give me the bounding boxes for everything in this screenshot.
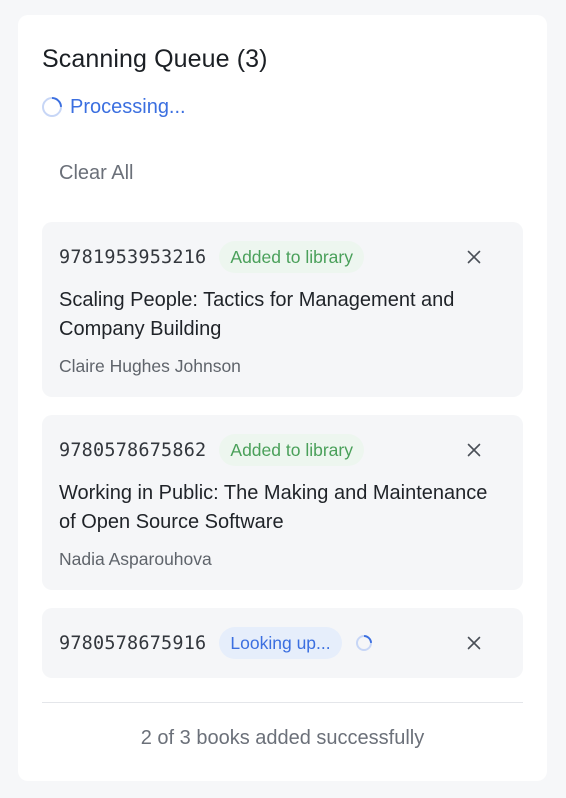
queue-item-header: 9780578675916 Looking up... bbox=[59, 627, 506, 659]
book-title: Scaling People: Tactics for Management a… bbox=[59, 289, 455, 340]
queue-item: 9781953953216 Added to library Scaling P… bbox=[42, 222, 523, 397]
divider bbox=[42, 702, 523, 703]
isbn-text: 9780578675916 bbox=[59, 632, 207, 654]
remove-item-button[interactable] bbox=[459, 628, 489, 658]
spinner-icon bbox=[37, 92, 67, 122]
processing-status: Processing... bbox=[37, 92, 186, 122]
clear-all-button[interactable]: Clear All bbox=[42, 153, 150, 193]
close-icon bbox=[467, 443, 481, 457]
summary-text: 2 of 3 books added successfully bbox=[140, 727, 425, 749]
book-author: Nadia Asparouhova bbox=[59, 549, 212, 569]
remove-item-button[interactable] bbox=[459, 435, 489, 465]
queue-item-header: 9780578675862 Added to library bbox=[59, 434, 506, 466]
panel-title: Scanning Queue (3) bbox=[42, 45, 268, 73]
queue-item-header: 9781953953216 Added to library bbox=[59, 241, 506, 273]
scanning-queue-panel: Scanning Queue (3) Processing... Clear A… bbox=[18, 15, 547, 781]
book-title: Working in Public: The Making and Mainte… bbox=[59, 482, 488, 533]
status-badge: Looking up... bbox=[219, 627, 342, 659]
queue-item: 9780578675862 Added to library Working i… bbox=[42, 415, 523, 590]
spinner-icon bbox=[352, 631, 375, 655]
close-icon bbox=[467, 636, 481, 650]
status-badge: Added to library bbox=[219, 241, 364, 273]
close-icon bbox=[467, 250, 481, 264]
book-author: Claire Hughes Johnson bbox=[59, 356, 241, 376]
status-badge: Added to library bbox=[219, 434, 364, 466]
remove-item-button[interactable] bbox=[459, 242, 489, 272]
queue-item: 9780578675916 Looking up... bbox=[42, 608, 523, 678]
processing-status-text: Processing... bbox=[70, 95, 186, 118]
isbn-text: 9781953953216 bbox=[59, 246, 207, 268]
isbn-text: 9780578675862 bbox=[59, 439, 207, 461]
